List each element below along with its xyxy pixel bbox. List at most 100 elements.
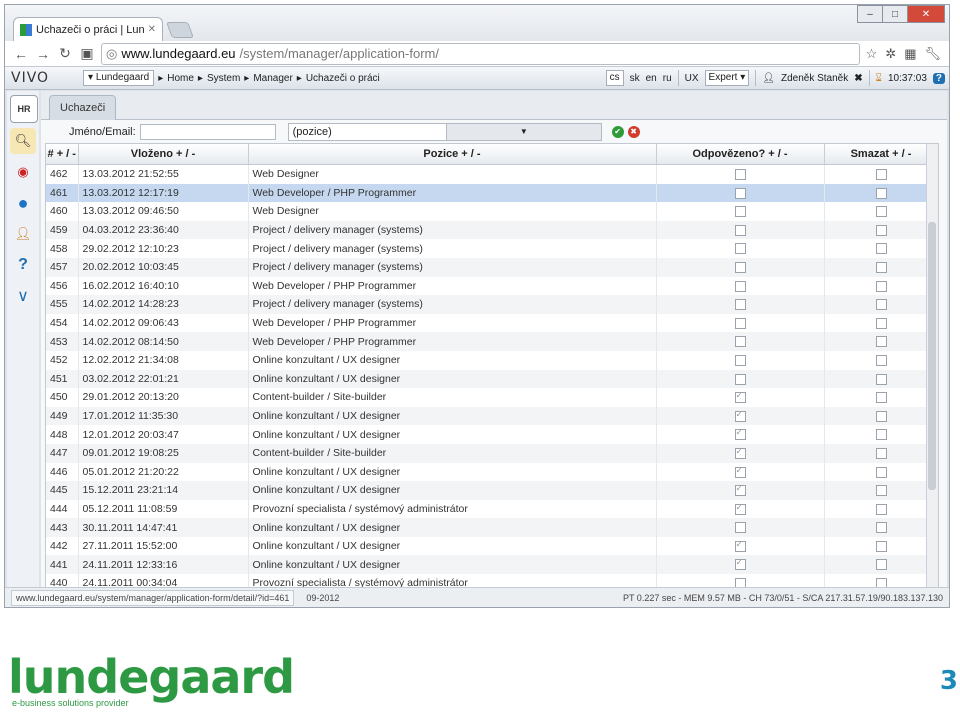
- tab-applicants[interactable]: Uchazeči: [49, 95, 117, 120]
- table-row[interactable]: 459 04.03.2012 23:36:40 Project / delivery…: [46, 220, 938, 240]
- delete-checkbox[interactable]: [875, 373, 887, 385]
- bookmark-page-icon[interactable]: ▣: [79, 45, 95, 62]
- maximize-button[interactable]: □: [882, 5, 908, 23]
- answered-checkbox[interactable]: [734, 502, 746, 515]
- breadcrumb-system[interactable]: System: [207, 73, 240, 84]
- col-date[interactable]: Vloženo + / -: [78, 144, 249, 165]
- table-row[interactable]: 452 12.02.2012 21:34:08 Online konzultant …: [46, 350, 938, 370]
- table-row[interactable]: 445 15.12.2011 23:21:14 Online konzultant …: [46, 481, 938, 500]
- delete-checkbox[interactable]: [875, 559, 887, 571]
- delete-checkbox[interactable]: [875, 522, 887, 534]
- delete-checkbox[interactable]: [875, 354, 887, 366]
- table-row[interactable]: 443 30.11.2011 14:47:41 Online konzultant …: [46, 518, 938, 537]
- table-row[interactable]: 444 05.12.2011 11:08:59 Provozní specialis…: [46, 499, 938, 519]
- table-row[interactable]: 453 14.02.2012 08:14:50 Web Developer / PH…: [46, 332, 938, 351]
- answered-checkbox[interactable]: [734, 299, 746, 311]
- delete-checkbox[interactable]: [875, 392, 887, 404]
- delete-checkbox[interactable]: [875, 317, 887, 329]
- lang-current[interactable]: cs: [605, 70, 624, 86]
- user-nav-icon[interactable]: 👤︎: [10, 221, 36, 247]
- answered-checkbox[interactable]: [734, 354, 746, 366]
- user-name[interactable]: Zdeněk Staněk: [781, 73, 848, 84]
- delete-checkbox[interactable]: [875, 243, 887, 255]
- help-nav-icon[interactable]: ?: [10, 252, 36, 278]
- table-row[interactable]: 449 17.01.2012 11:35:30 Online konzultant …: [46, 406, 938, 426]
- confirm-filter-icon[interactable]: ✔: [611, 126, 624, 138]
- search-icon[interactable]: 🔍︎: [10, 128, 36, 154]
- delete-checkbox[interactable]: [875, 429, 887, 441]
- table-row[interactable]: 448 12.01.2012 20:03:47 Online konzultant …: [46, 425, 938, 444]
- col-answered[interactable]: Odpovězeno? + / -: [656, 144, 825, 165]
- answered-checkbox[interactable]: [734, 465, 746, 478]
- delete-checkbox[interactable]: [875, 503, 887, 515]
- answered-checkbox[interactable]: [734, 261, 746, 273]
- position-select[interactable]: (pozice) ▼: [287, 123, 602, 141]
- table-row[interactable]: 454 14.02.2012 09:06:43 Web Developer / PH…: [46, 313, 938, 333]
- url-field[interactable]: ◎ www.lundegaard.eu/system/manager/appli…: [101, 42, 860, 65]
- ux-select[interactable]: Expert ▾: [704, 70, 750, 86]
- new-tab-button[interactable]: [166, 22, 194, 38]
- globe-nav-icon[interactable]: ●: [10, 190, 36, 216]
- delete-checkbox[interactable]: [875, 447, 887, 459]
- answered-checkbox[interactable]: [734, 409, 746, 422]
- answered-checkbox[interactable]: [734, 522, 746, 534]
- answered-checkbox[interactable]: [734, 373, 746, 385]
- answered-checkbox[interactable]: [734, 539, 746, 552]
- table-row[interactable]: 455 14.02.2012 14:28:23 Project / delivery…: [46, 295, 938, 314]
- lang-sk[interactable]: sk: [630, 73, 640, 84]
- table-row[interactable]: 442 27.11.2011 15:52:00 Online konzultant …: [46, 536, 938, 556]
- answered-checkbox[interactable]: [734, 169, 746, 181]
- answered-checkbox[interactable]: [734, 280, 746, 292]
- delete-checkbox[interactable]: [875, 261, 887, 273]
- answered-checkbox[interactable]: [734, 483, 746, 497]
- logout-icon[interactable]: ✖: [854, 73, 862, 84]
- vivo-logo[interactable]: VIVO: [5, 70, 83, 86]
- answered-checkbox[interactable]: [734, 390, 746, 404]
- table-row[interactable]: 446 05.01.2012 21:20:22 Online konzultant …: [46, 462, 938, 482]
- col-id[interactable]: # + / -: [46, 144, 79, 165]
- lang-en[interactable]: en: [646, 73, 657, 84]
- table-row[interactable]: 458 29.02.2012 12:10:23 Project / delivery…: [46, 239, 938, 258]
- clear-filter-icon[interactable]: ✖: [627, 126, 640, 138]
- answered-checkbox[interactable]: [734, 317, 746, 329]
- star-icon[interactable]: ☆: [866, 46, 878, 62]
- answered-checkbox[interactable]: [734, 224, 746, 236]
- breadcrumb-current[interactable]: Uchazeči o práci: [306, 73, 380, 84]
- breadcrumb-manager[interactable]: Manager: [253, 73, 292, 84]
- scrollbar-thumb[interactable]: [928, 222, 936, 490]
- chevron-down-icon[interactable]: ∨: [10, 283, 36, 309]
- hr-icon[interactable]: HR: [10, 95, 38, 123]
- close-tab-icon[interactable]: ✕: [148, 24, 156, 35]
- delete-checkbox[interactable]: [875, 336, 887, 348]
- reload-icon[interactable]: ↻: [57, 45, 73, 62]
- answered-checkbox[interactable]: [734, 187, 746, 199]
- col-position[interactable]: Pozice + / -: [248, 144, 657, 165]
- spiral-icon[interactable]: ◉: [10, 159, 36, 185]
- close-window-button[interactable]: ✕: [907, 5, 945, 23]
- delete-checkbox[interactable]: [875, 224, 887, 236]
- delete-checkbox[interactable]: [875, 280, 887, 292]
- answered-checkbox[interactable]: [734, 206, 746, 218]
- minimize-button[interactable]: –: [857, 5, 883, 23]
- table-row[interactable]: 447 09.01.2012 19:08:25 Content-builder / …: [46, 443, 938, 463]
- delete-checkbox[interactable]: [875, 169, 887, 181]
- delete-checkbox[interactable]: [875, 410, 887, 422]
- table-row[interactable]: 456 16.02.2012 16:40:10 Web Developer / PH…: [46, 276, 938, 296]
- delete-checkbox[interactable]: [875, 485, 887, 497]
- table-row[interactable]: 441 24.11.2011 12:33:16 Online konzultant …: [46, 555, 938, 575]
- table-row[interactable]: 461 13.03.2012 12:17:19 Web Developer / PH…: [46, 183, 938, 203]
- table-row[interactable]: 450 29.01.2012 20:13:20 Content-builder / …: [46, 388, 938, 407]
- breadcrumb-company[interactable]: ▾ Lundegaard: [83, 70, 155, 86]
- answered-checkbox[interactable]: [734, 427, 746, 441]
- answered-checkbox[interactable]: [734, 446, 746, 459]
- help-icon[interactable]: ?: [932, 72, 945, 84]
- table-row[interactable]: 451 03.02.2012 22:01:21 Online konzultant …: [46, 369, 938, 389]
- delete-checkbox[interactable]: [875, 187, 887, 199]
- delete-checkbox[interactable]: [875, 206, 887, 218]
- answered-checkbox[interactable]: [734, 557, 746, 571]
- delete-checkbox[interactable]: [875, 466, 887, 478]
- table-row[interactable]: 462 13.03.2012 21:52:55 Web Designer: [46, 164, 938, 184]
- breadcrumb-home[interactable]: Home: [167, 73, 194, 84]
- extension-icon[interactable]: ✲: [885, 46, 896, 62]
- back-icon[interactable]: ←: [13, 46, 29, 62]
